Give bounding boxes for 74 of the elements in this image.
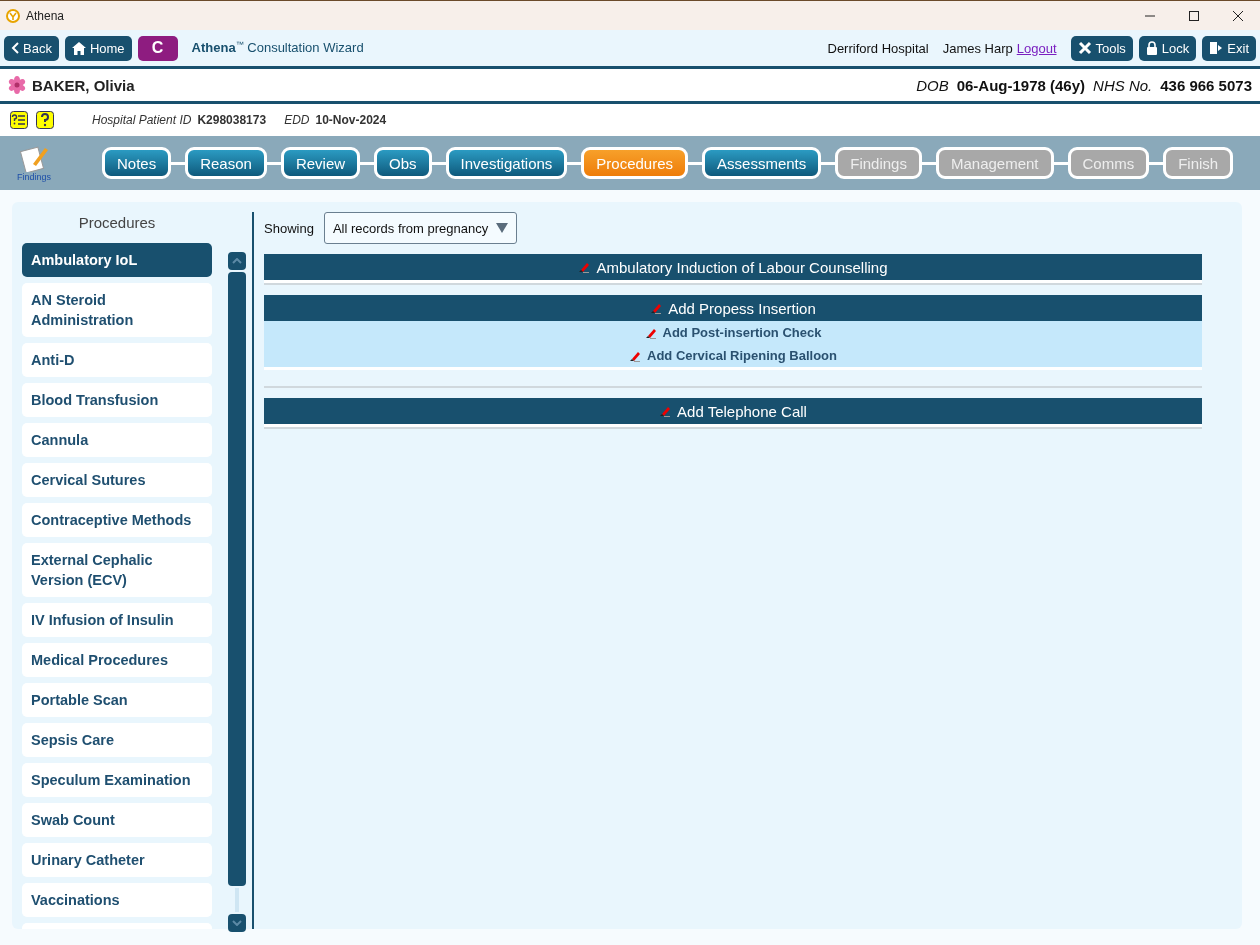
hospital-name: Derriford Hospital bbox=[827, 40, 929, 56]
notepad-pencil-icon[interactable] bbox=[19, 144, 49, 172]
scrollbar-thumb[interactable] bbox=[228, 272, 246, 886]
chevron-down-icon bbox=[232, 920, 242, 926]
sidebar-item[interactable]: Cannula bbox=[22, 423, 212, 457]
lock-button[interactable]: Lock bbox=[1138, 35, 1197, 61]
maximize-icon[interactable] bbox=[1189, 10, 1199, 21]
wizard-step-tab[interactable]: Investigations bbox=[445, 147, 568, 179]
dob-value: 06-Aug-1978 (46y) bbox=[956, 76, 1086, 94]
sidebar-item[interactable]: IV Infusion of Insulin bbox=[22, 603, 212, 637]
sidebar-item[interactable]: AN Steroid Administration bbox=[22, 283, 212, 337]
wizard-step-tab[interactable]: Notes bbox=[102, 147, 172, 179]
pencil-icon bbox=[578, 261, 591, 273]
edd-value: 10-Nov-2024 bbox=[315, 113, 387, 127]
sidebar-item[interactable]: External Cephalic Version (ECV) bbox=[22, 543, 212, 597]
pencil-icon bbox=[650, 302, 663, 314]
user-name: James Harp bbox=[942, 40, 1013, 56]
logout-link[interactable]: Logout bbox=[1016, 40, 1057, 56]
help-list-icon[interactable] bbox=[10, 111, 28, 129]
app-title: Athena$^{™}$ Consultation Wizard bbox=[191, 40, 364, 56]
filter-label: Showing bbox=[264, 220, 314, 236]
wizard-step-tab[interactable]: Reason bbox=[185, 147, 267, 179]
wizard-step-tab[interactable]: Obs bbox=[374, 147, 432, 179]
edd-label: EDD bbox=[284, 113, 310, 127]
sidebar-item[interactable]: Blood Transfusion bbox=[22, 383, 212, 417]
nhs-label: NHS No. bbox=[1093, 76, 1153, 94]
back-button[interactable]: Back bbox=[4, 35, 59, 61]
record-sub-item[interactable]: Add Cervical Ripening Balloon bbox=[264, 344, 1202, 367]
home-icon bbox=[71, 41, 86, 55]
record-header[interactable]: Add Telephone Call bbox=[264, 398, 1202, 424]
sidebar-item[interactable]: Anti-D bbox=[22, 343, 212, 377]
record-header[interactable]: Add Propess Insertion bbox=[264, 295, 1202, 321]
app-logo-icon bbox=[6, 8, 20, 23]
filter-dropdown[interactable]: All records from pregnancy bbox=[323, 212, 518, 244]
hospital-id-label: Hospital Patient ID bbox=[92, 113, 192, 127]
close-icon[interactable] bbox=[1233, 10, 1243, 21]
exit-button[interactable]: Exit bbox=[1202, 35, 1256, 61]
sidebar-item[interactable]: Urinary Catheter bbox=[22, 843, 212, 877]
home-button[interactable]: Home bbox=[64, 35, 132, 61]
exit-icon bbox=[1209, 41, 1224, 55]
lock-icon bbox=[1145, 41, 1158, 55]
help-icon[interactable] bbox=[36, 111, 54, 129]
chevron-up-icon bbox=[232, 258, 242, 264]
sidebar-item[interactable]: Medical Procedures bbox=[22, 643, 212, 677]
wizard-step-tab[interactable]: Assessments bbox=[702, 147, 822, 179]
sidebar-title: Procedures bbox=[77, 213, 157, 233]
patient-name: BAKER, Olivia bbox=[32, 76, 135, 94]
pencil-icon bbox=[644, 326, 657, 339]
hospital-id-value: K298038173 bbox=[197, 113, 267, 127]
sidebar-item[interactable]: Cervical Sutures bbox=[22, 463, 212, 497]
flower-icon bbox=[8, 76, 26, 94]
sidebar-item[interactable]: Contraceptive Methods bbox=[22, 503, 212, 537]
chevron-left-icon bbox=[11, 42, 19, 54]
sidebar-item[interactable]: Speculum Examination bbox=[22, 763, 212, 797]
window-title: Athena bbox=[26, 8, 65, 23]
dropdown-caret-icon bbox=[496, 223, 509, 233]
sidebar-item[interactable]: Vaccinations bbox=[22, 883, 212, 917]
pencil-icon bbox=[659, 405, 672, 417]
wizard-step-tab[interactable]: Review bbox=[280, 147, 361, 179]
tools-icon bbox=[1077, 41, 1092, 55]
sidebar-item[interactable]: Sepsis Care bbox=[22, 723, 212, 757]
record-header[interactable]: Ambulatory Induction of Labour Counselling bbox=[264, 254, 1202, 280]
scroll-up-button[interactable] bbox=[228, 252, 246, 270]
sidebar-item[interactable]: Ambulatory IoL bbox=[22, 243, 212, 277]
wizard-icon-label: Findings bbox=[17, 172, 51, 182]
tools-button[interactable]: Tools bbox=[1070, 35, 1133, 61]
sidebar-item[interactable]: Swab Count bbox=[22, 803, 212, 837]
c-button[interactable]: C bbox=[137, 35, 178, 61]
sidebar-item[interactable]: Portable Scan bbox=[22, 683, 212, 717]
dob-label: DOB bbox=[916, 76, 949, 94]
pencil-icon bbox=[629, 349, 641, 362]
scroll-down-button[interactable] bbox=[228, 914, 246, 932]
record-sub-item[interactable]: Add Post-insertion Check bbox=[264, 321, 1202, 344]
nhs-value: 436 966 5073 bbox=[1160, 76, 1252, 94]
